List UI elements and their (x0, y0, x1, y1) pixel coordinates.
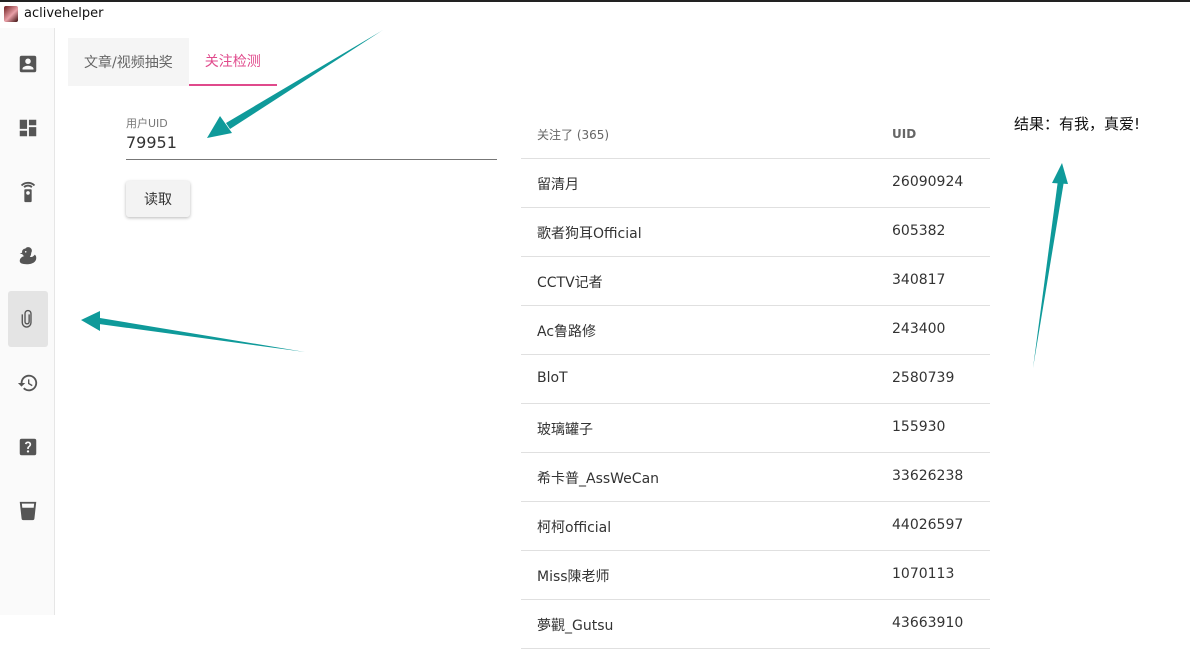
tab-follow-check[interactable]: 关注检测 (188, 38, 277, 86)
history-icon (17, 374, 38, 392)
row-uid: 44026597 (892, 517, 964, 533)
row-name: Miss陳老师 (537, 569, 610, 585)
row-name: 歌者狗耳Official (537, 226, 642, 242)
row-name: BloT (537, 370, 568, 386)
arrow-to-result-head (1052, 163, 1068, 184)
row-uid: 1070113 (892, 566, 955, 582)
sidebar-item-account[interactable] (8, 36, 48, 92)
table-row[interactable]: 歌者狗耳Official 605382 (521, 208, 990, 257)
row-uid: 33626238 (892, 468, 964, 484)
sidebar-item-duck[interactable] (8, 228, 48, 284)
row-uid: 605382 (892, 223, 946, 239)
table-row[interactable]: Miss陳老师 1070113 (521, 551, 990, 600)
header-following[interactable]: 关注了 (365) (537, 126, 609, 143)
arrow-to-sidebar-item (99, 318, 305, 352)
row-uid: 26090924 (892, 174, 964, 190)
row-uid: 43663910 (892, 615, 964, 631)
table-row[interactable]: CCTV记者 340817 (521, 257, 990, 306)
sidebar-item-follow-check[interactable] (8, 291, 48, 347)
row-name: 柯柯official (537, 520, 612, 536)
tab-bar: 文章/视频抽奖 关注检测 (68, 38, 277, 86)
dashboard-icon (19, 119, 37, 137)
row-name: 留清月 (537, 177, 579, 193)
cup-icon (19, 501, 37, 521)
following-table: 关注了 (365) UID 留清月 26090924 歌者狗耳Official 605… (521, 110, 990, 649)
tab-lottery[interactable]: 文章/视频抽奖 (68, 38, 189, 86)
table-header: 关注了 (365) UID (521, 110, 990, 159)
sidebar-item-cup[interactable] (8, 483, 48, 539)
row-name: Ac鲁路修 (537, 324, 597, 340)
arrow-to-sidebar-item-head (81, 311, 100, 331)
read-button[interactable]: 读取 (126, 181, 190, 217)
result-annotation: 结果：有我，真爱! (1014, 115, 1141, 133)
arrow-to-result (1033, 180, 1064, 368)
duck-icon (19, 247, 37, 265)
sidebar-item-help[interactable] (8, 419, 48, 475)
row-uid: 340817 (892, 272, 946, 288)
header-uid[interactable]: UID (892, 127, 916, 141)
uid-input[interactable]: 79951 (126, 133, 177, 152)
row-uid: 155930 (892, 419, 946, 435)
table-row[interactable]: 夢觀_Gutsu 43663910 (521, 600, 990, 649)
table-row[interactable]: 留清月 26090924 (521, 159, 990, 208)
uid-field[interactable]: 用户UID 79951 (126, 112, 497, 160)
row-uid: 2580739 (892, 370, 955, 386)
sidebar-item-history[interactable] (8, 355, 48, 411)
row-name: CCTV记者 (537, 275, 603, 291)
row-uid: 243400 (892, 321, 946, 337)
uid-field-label: 用户UID (126, 117, 168, 130)
table-row[interactable]: 希卡普_AssWeCan 33626238 (521, 453, 990, 502)
table-row[interactable]: Ac鲁路修 243400 (521, 306, 990, 355)
account-box-icon (19, 55, 37, 73)
row-name: 夢觀_Gutsu (537, 618, 614, 634)
sidebar (0, 28, 55, 615)
title-bar: aclivehelper (0, 0, 1190, 28)
row-name: 玻璃罐子 (537, 422, 593, 438)
table-row[interactable]: 玻璃罐子 155930 (521, 404, 990, 453)
help-icon (19, 438, 37, 456)
table-row[interactable]: BloT 2580739 (521, 355, 990, 404)
table-row[interactable]: 柯柯official 44026597 (521, 502, 990, 551)
sidebar-item-remote[interactable] (8, 164, 48, 220)
app-icon (4, 6, 18, 22)
sidebar-item-dashboard[interactable] (8, 100, 48, 156)
row-name: 希卡普_AssWeCan (537, 471, 660, 487)
paperclip-icon (21, 309, 32, 328)
remote-icon (20, 181, 36, 203)
window-title: aclivehelper (24, 6, 104, 21)
